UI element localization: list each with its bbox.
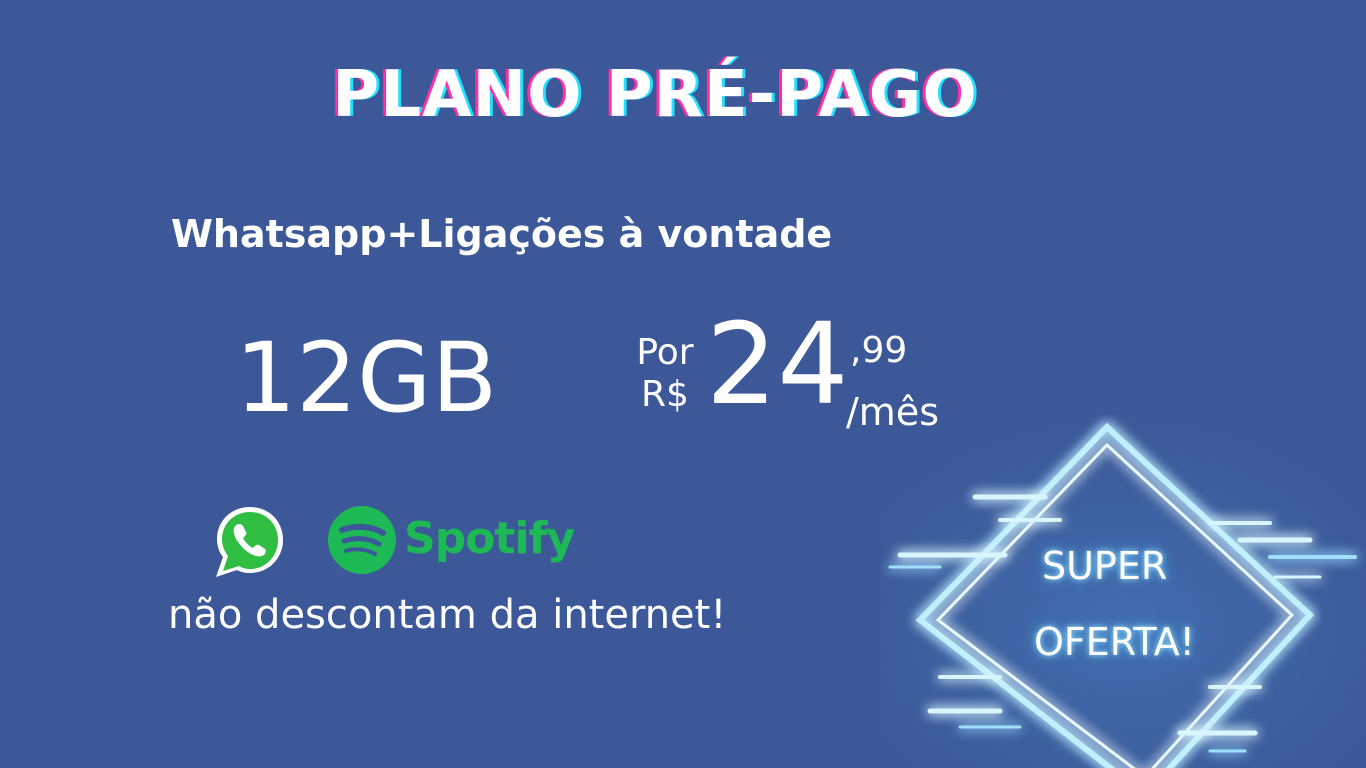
price-prefix: Por R$	[630, 332, 700, 416]
footnote: não descontam da internet!	[168, 592, 727, 638]
badge-line-1: SUPER	[1042, 544, 1168, 588]
spotify-wordmark: Spotify	[404, 513, 575, 564]
price-integer: 24	[706, 300, 849, 430]
whatsapp-icon	[216, 507, 283, 577]
promo-banner: PLANO PRÉ-PAGO Whatsapp+Ligações à vonta…	[0, 0, 1366, 768]
plan-subtitle: Whatsapp+Ligações à vontade	[171, 212, 833, 256]
price-cents: ,99	[850, 330, 908, 371]
page-title: PLANO PRÉ-PAGO	[332, 58, 978, 132]
spotify-icon	[328, 506, 396, 574]
data-allowance: 12GB	[235, 322, 498, 434]
badge-line-2: OFERTA!	[1034, 620, 1195, 664]
spotify-logo: Spotify ®	[327, 505, 575, 575]
price-prefix-por: Por	[636, 332, 694, 373]
neon-diamond-badge	[880, 415, 1366, 768]
price-currency: R$	[641, 374, 689, 415]
registered-mark: ®	[543, 527, 553, 538]
